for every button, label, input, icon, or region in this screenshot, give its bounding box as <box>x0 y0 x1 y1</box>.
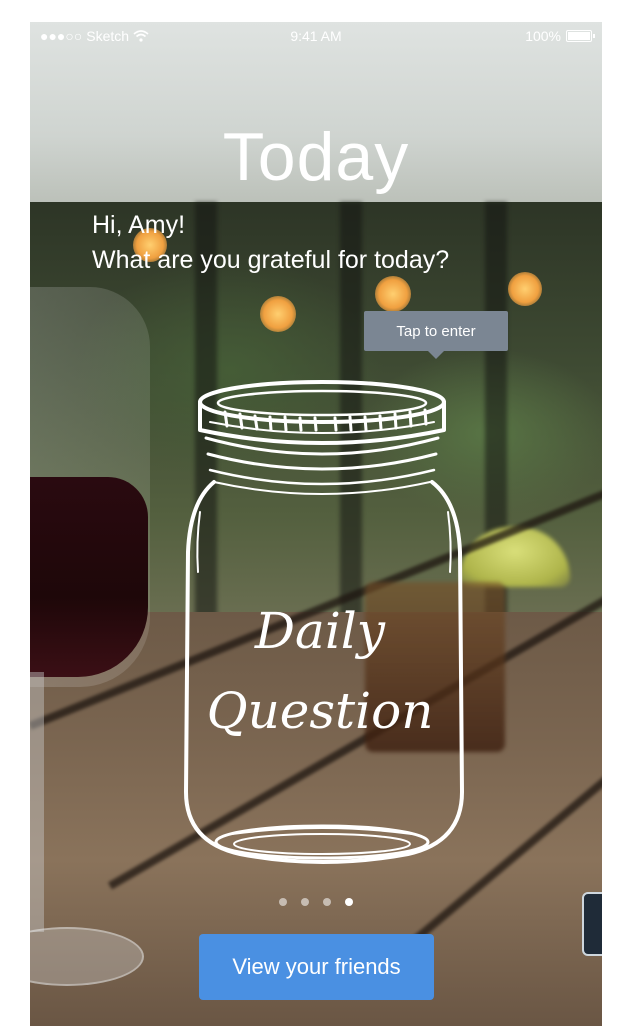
page-title: Today <box>222 119 410 195</box>
daily-question-jar[interactable]: Daily Question <box>170 372 470 872</box>
wine-glass-stem <box>30 672 44 932</box>
page-dot[interactable] <box>323 898 331 906</box>
view-friends-button[interactable]: View your friends <box>199 934 434 1000</box>
status-bar: ●●●○○ Sketch 9:41 AM 100% <box>30 22 602 52</box>
phone-screen: ●●●○○ Sketch 9:41 AM 100% Today Hi, Amy!… <box>30 22 602 1026</box>
greeting-question: What are you grateful for today? <box>92 246 450 274</box>
status-right: 100% <box>525 28 595 44</box>
page-indicator <box>30 898 602 906</box>
page-dot[interactable] <box>279 898 287 906</box>
battery-icon <box>566 30 595 42</box>
bokeh-light <box>260 296 296 332</box>
wine-glass-wine <box>30 477 148 677</box>
page-dot[interactable] <box>345 898 353 906</box>
greeting: Hi, Amy! What are you grateful for today… <box>92 208 449 278</box>
jar-label-daily: Daily <box>254 602 386 660</box>
jar-label-question: Question <box>206 682 434 740</box>
status-time: 9:41 AM <box>290 28 342 44</box>
greeting-name: Hi, Amy! <box>92 211 186 239</box>
bokeh-light <box>375 276 411 312</box>
page-dot[interactable] <box>301 898 309 906</box>
tap-to-enter-tooltip: Tap to enter <box>364 311 508 359</box>
battery-percent: 100% <box>525 28 561 44</box>
bokeh-light <box>508 272 542 306</box>
